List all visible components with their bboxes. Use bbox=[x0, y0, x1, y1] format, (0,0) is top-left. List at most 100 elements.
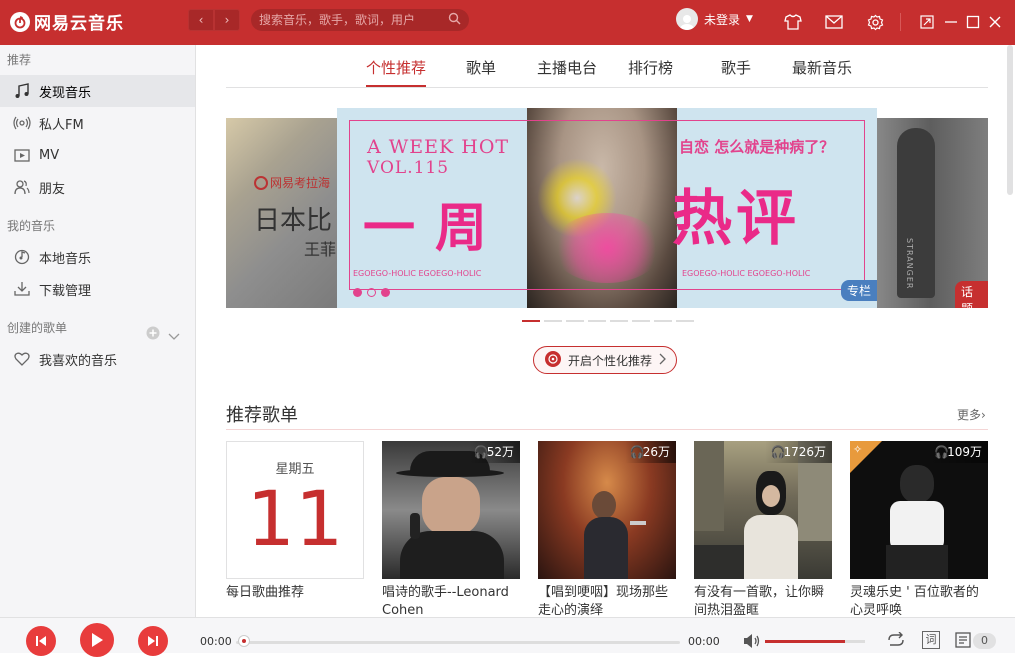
radio-icon bbox=[13, 114, 31, 132]
sidebar-item-download[interactable]: 下载管理 bbox=[0, 273, 195, 305]
forward-button[interactable]: › bbox=[214, 9, 240, 31]
playlist-card[interactable]: 🎧 52万 唱诗的歌手--Leonard Cohen bbox=[382, 441, 520, 617]
sidebar-item-mv[interactable]: MV bbox=[0, 139, 195, 171]
search-icon[interactable] bbox=[448, 12, 461, 29]
settings-gear-icon[interactable] bbox=[865, 12, 885, 32]
app-logo[interactable]: 网易云音乐 bbox=[10, 9, 124, 34]
chevron-right-icon: › bbox=[981, 408, 986, 422]
play-button[interactable] bbox=[80, 623, 114, 657]
banner-dot[interactable] bbox=[522, 320, 540, 322]
banner-prev[interactable]: 网易考拉海 日本比 王菲 bbox=[226, 118, 341, 308]
mini-mode-icon[interactable] bbox=[917, 12, 937, 32]
discover-tabs: 个性推荐 歌单 主播电台 排行榜 歌手 最新音乐 bbox=[226, 45, 988, 88]
playlist-cover: 🎧 1726万 bbox=[694, 441, 832, 579]
tab-charts[interactable]: 排行榜 bbox=[628, 57, 673, 78]
topic-badge: 话题 bbox=[955, 281, 988, 308]
created-playlists-title: 创建的歌单 bbox=[7, 321, 68, 335]
playlist-card[interactable]: 🎧 26万 【唱到哽咽】现场那些走心的演绎 bbox=[538, 441, 676, 617]
play-count-value: 26万 bbox=[642, 445, 670, 459]
banner-carousel[interactable]: A WEEK HOT VOL.115 自恋 怎么就是种病了？ 一周 热评 EGO… bbox=[337, 108, 877, 308]
playlist-cover: 🎧 26万 bbox=[538, 441, 676, 579]
sidebar-item-label: 下载管理 bbox=[39, 283, 92, 299]
sidebar-item-label: 本地音乐 bbox=[39, 251, 92, 267]
daily-recommend-card[interactable]: 星期五 11 每日歌曲推荐 bbox=[226, 441, 364, 602]
total-time: 00:00 bbox=[688, 635, 720, 648]
caret-down-icon: ▼ bbox=[746, 14, 753, 24]
tab-playlists[interactable]: 歌单 bbox=[466, 57, 496, 78]
sidebar-item-local[interactable]: 本地音乐 bbox=[0, 241, 195, 273]
user-menu[interactable]: 未登录 ▼ bbox=[676, 8, 753, 30]
headphones-icon: 🎧 bbox=[629, 445, 645, 459]
video-icon bbox=[13, 146, 31, 164]
loop-icon[interactable] bbox=[886, 631, 906, 652]
chevron-right-icon: › bbox=[224, 13, 230, 27]
volume-fill bbox=[765, 640, 845, 643]
banner-dot[interactable] bbox=[566, 320, 584, 322]
play-count: 🎧 109万 bbox=[929, 441, 988, 463]
more-link[interactable]: 更多› bbox=[957, 406, 986, 423]
banner-left-title: 日本比 bbox=[254, 206, 333, 236]
playlist-card[interactable]: ✧ 🎧 109万 灵魂乐史 ' 百位歌者的心灵呼唤 bbox=[850, 441, 988, 617]
tab-personal[interactable]: 个性推荐 bbox=[366, 57, 427, 87]
chevron-left-icon: ‹ bbox=[198, 13, 204, 27]
daily-day: 11 bbox=[246, 474, 344, 563]
more-label: 更多 bbox=[957, 408, 982, 422]
banner-next[interactable]: STRANGER 话题 bbox=[873, 118, 988, 308]
next-button[interactable] bbox=[138, 626, 168, 656]
previous-button[interactable] bbox=[26, 626, 56, 656]
volume-slider[interactable] bbox=[765, 640, 865, 643]
search-input[interactable] bbox=[259, 13, 448, 27]
sidebar-section-title: 推荐 bbox=[7, 53, 32, 67]
headphones-icon: 🎧 bbox=[473, 445, 489, 459]
skin-icon[interactable] bbox=[783, 12, 803, 32]
sidebar-item-friends[interactable]: 朋友 bbox=[0, 171, 195, 203]
tab-radio[interactable]: 主播电台 bbox=[537, 57, 597, 78]
sidebar-item-discover[interactable]: 发现音乐 bbox=[0, 75, 195, 107]
progress-track[interactable] bbox=[236, 641, 680, 644]
add-playlist-icon[interactable] bbox=[146, 321, 160, 351]
headphones-icon: 🎧 bbox=[770, 445, 786, 459]
netease-logo-icon bbox=[10, 11, 30, 32]
scrollbar-thumb[interactable] bbox=[1007, 45, 1013, 195]
playlist-count: 0 bbox=[973, 633, 996, 649]
volume-icon[interactable] bbox=[743, 633, 761, 653]
mail-icon[interactable] bbox=[824, 12, 844, 32]
title-bar: 网易云音乐 ‹ › 未登录 ▼ bbox=[0, 0, 1015, 45]
maximize-icon[interactable] bbox=[963, 12, 983, 32]
heart-icon bbox=[13, 350, 31, 368]
banner-dot[interactable] bbox=[610, 320, 628, 322]
progress-knob[interactable] bbox=[238, 635, 250, 647]
sidebar-item-label: MV bbox=[39, 147, 60, 163]
player-bar: 00:00 00:00 词 0 bbox=[0, 617, 1015, 657]
banner-big-left: 一周 bbox=[363, 199, 508, 259]
lyrics-button[interactable]: 词 bbox=[922, 631, 940, 649]
banner-dot[interactable] bbox=[654, 320, 672, 322]
tab-new-music[interactable]: 最新音乐 bbox=[792, 57, 852, 78]
back-button[interactable]: ‹ bbox=[188, 9, 214, 31]
tab-singers[interactable]: 歌手 bbox=[721, 57, 751, 78]
playlist-cover: ✧ 🎧 109万 bbox=[850, 441, 988, 579]
banner-footer-right: EGOEGO-HOLIC EGOEGO-HOLIC bbox=[682, 269, 811, 278]
card-title: 唱诗的歌手--Leonard Cohen bbox=[382, 585, 509, 617]
chevron-down-icon[interactable] bbox=[168, 322, 180, 352]
username-label: 未登录 bbox=[704, 12, 741, 27]
banner-dot[interactable] bbox=[588, 320, 606, 322]
playlist-icon[interactable] bbox=[955, 632, 973, 652]
daily-cover: 星期五 11 bbox=[226, 441, 364, 579]
banner-dot[interactable] bbox=[544, 320, 562, 322]
banner-dot[interactable] bbox=[676, 320, 694, 322]
minimize-icon[interactable] bbox=[941, 12, 961, 32]
close-icon[interactable] bbox=[985, 12, 1005, 32]
personalize-button[interactable]: 开启个性化推荐 bbox=[533, 346, 678, 374]
banner-dots-deco bbox=[353, 288, 390, 297]
playlist-card[interactable]: 🎧 1726万 有没有一首歌，让你瞬间热泪盈眶 bbox=[694, 441, 832, 617]
sidebar-item-label: 朋友 bbox=[39, 181, 66, 197]
sidebar-item-fm[interactable]: 私人FM bbox=[0, 107, 195, 139]
app-title: 网易云音乐 bbox=[34, 14, 124, 34]
search-box bbox=[251, 9, 469, 31]
sidebar-item-liked[interactable]: 我喜欢的音乐 bbox=[0, 343, 195, 375]
divider bbox=[900, 13, 901, 31]
playlist-cover: 🎧 52万 bbox=[382, 441, 520, 579]
guitar-case-image bbox=[897, 128, 935, 298]
banner-dot[interactable] bbox=[632, 320, 650, 322]
